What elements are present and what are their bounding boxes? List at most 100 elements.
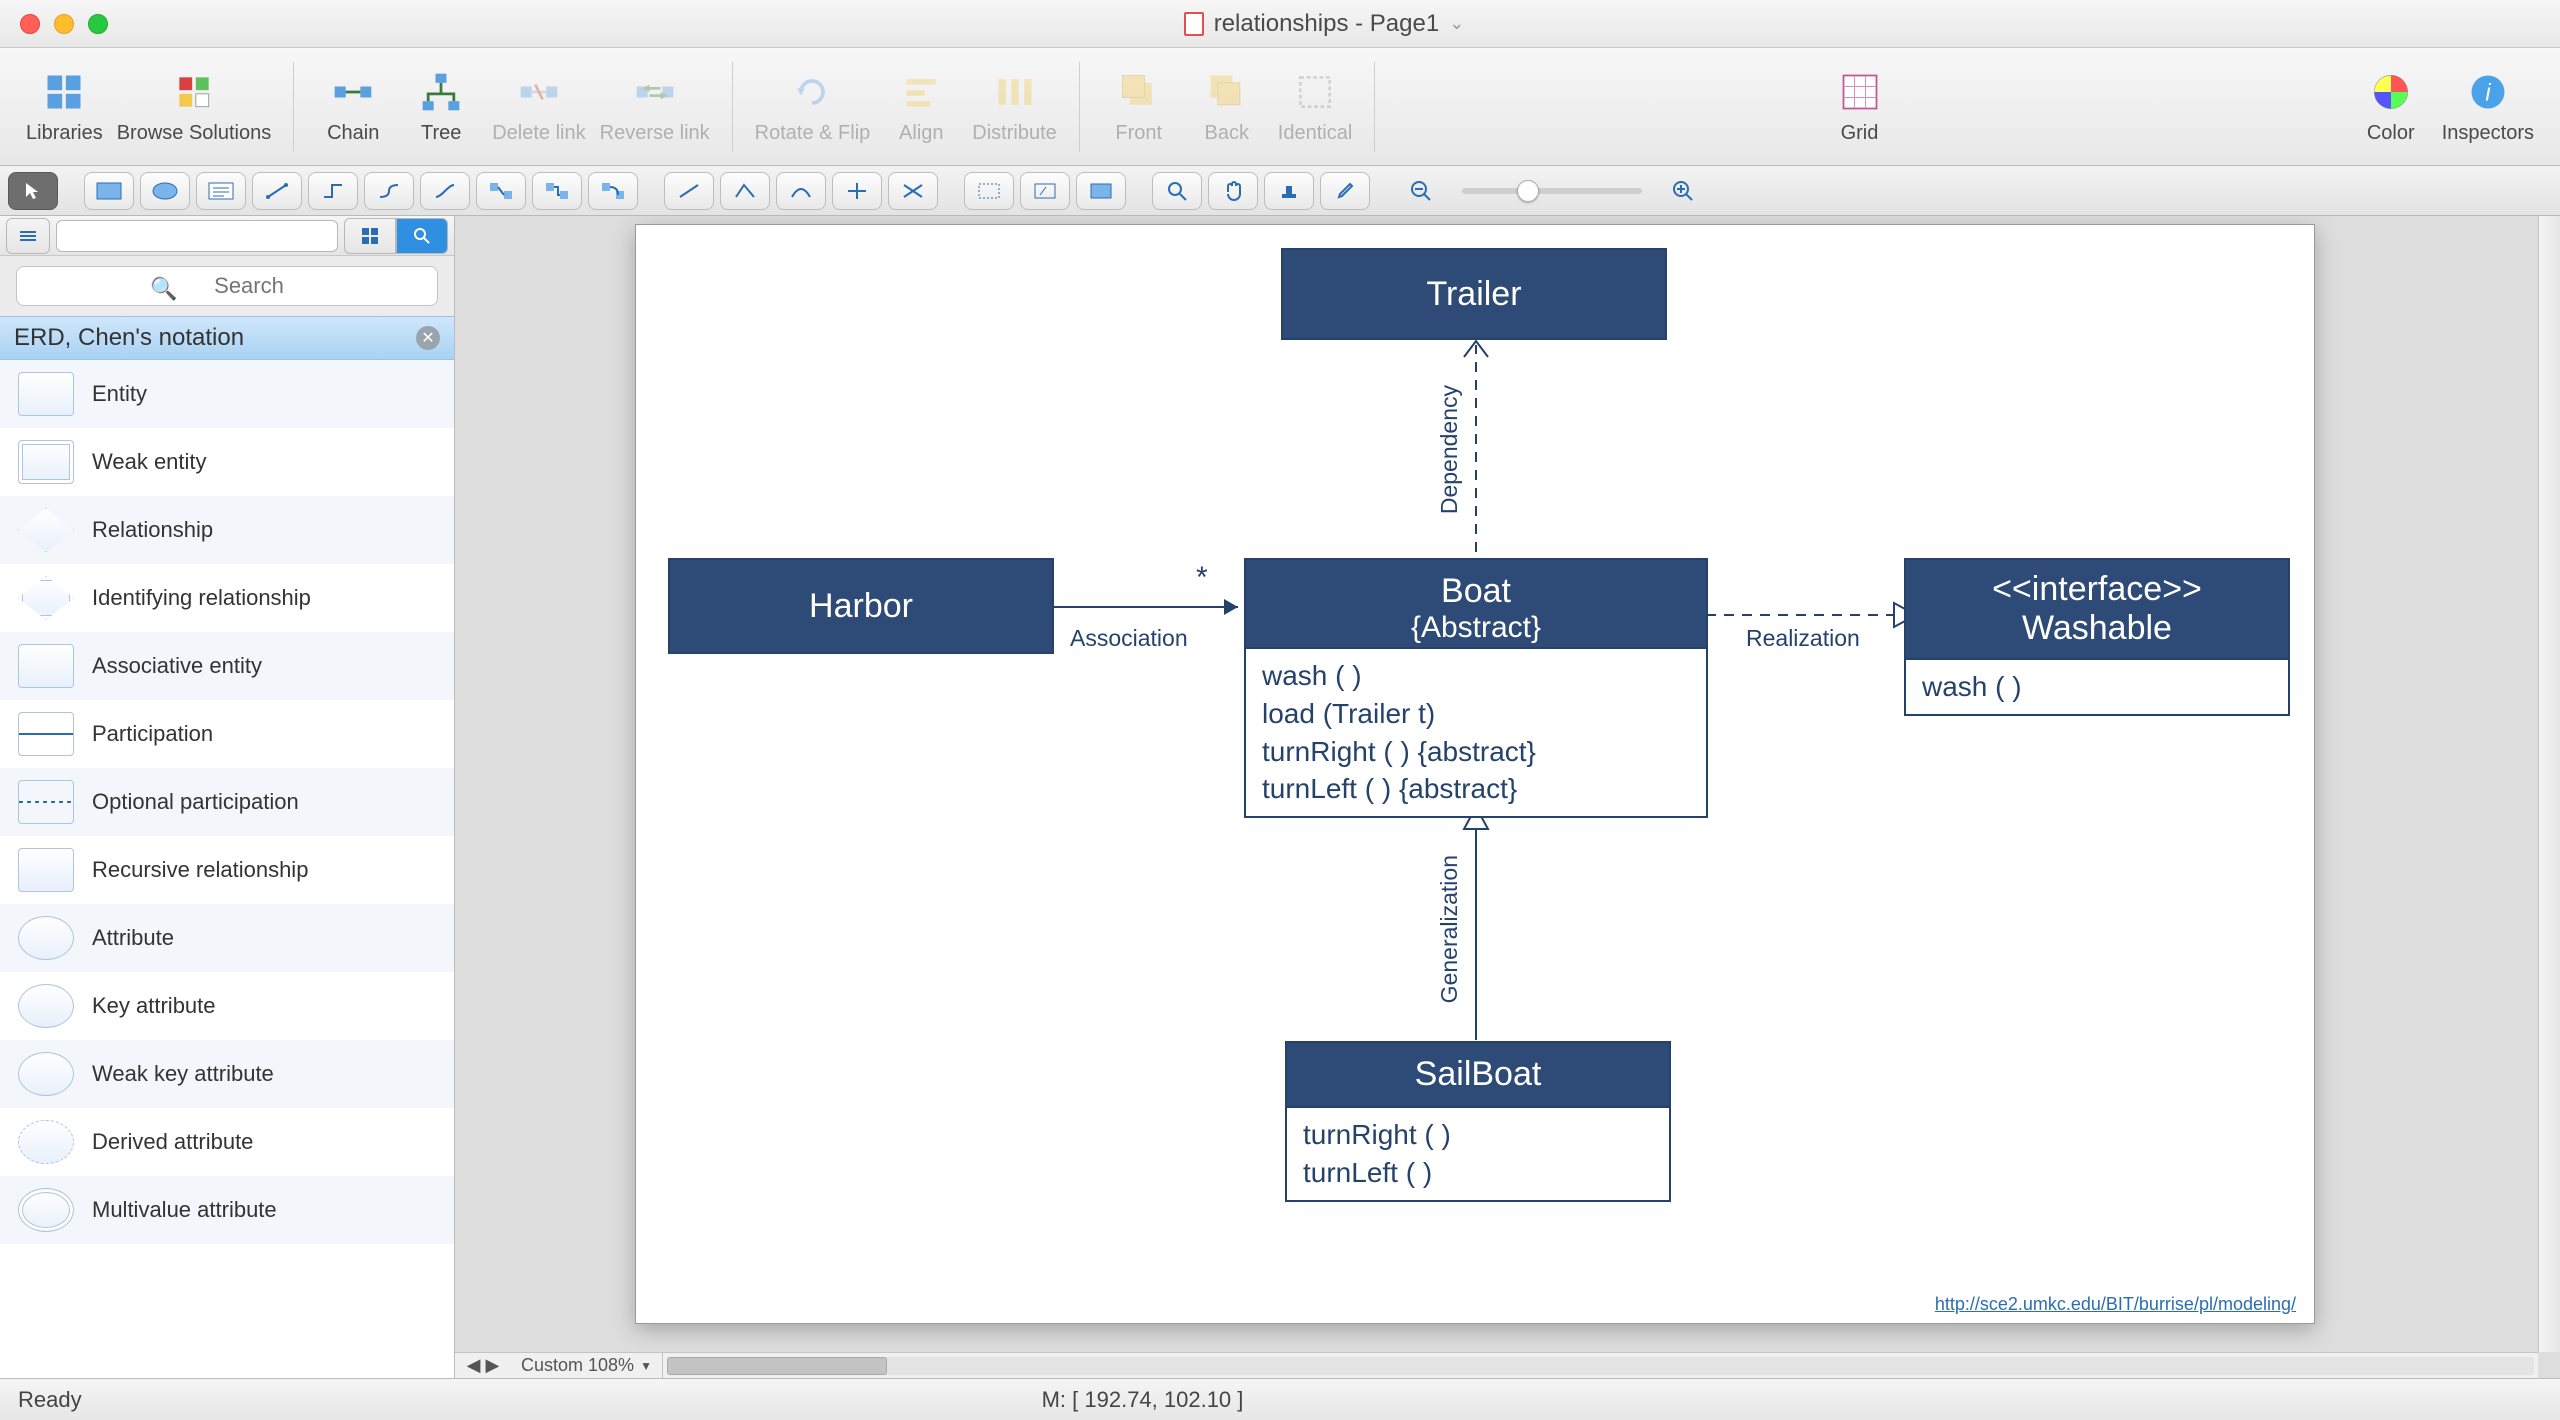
label-star: * (1196, 561, 1208, 595)
search-icon: 🔍 (150, 276, 177, 302)
browse-solutions-button[interactable]: Browse Solutions (111, 64, 278, 149)
library-title: ERD, Chen's notation (14, 324, 244, 352)
close-window-button[interactable] (20, 14, 40, 34)
library-item-identifying-relationship[interactable]: Identifying relationship (0, 564, 454, 632)
minimize-window-button[interactable] (54, 14, 74, 34)
pointer-tool[interactable] (8, 172, 58, 210)
rotate-flip-icon (788, 68, 836, 116)
inspectors-button[interactable]: i Inspectors (2436, 64, 2540, 149)
main-toolbar: Libraries Browse Solutions Chain Tree De… (0, 48, 2560, 166)
connector-5-tool[interactable] (476, 172, 526, 210)
status-bar: Ready M: [ 192.74, 102.10 ] (0, 1378, 2560, 1420)
connector-6-tool[interactable] (532, 172, 582, 210)
svg-text:i: i (2485, 79, 2491, 106)
library-item-key-attribute[interactable]: Key attribute (0, 972, 454, 1040)
source-url[interactable]: http://sce2.umkc.edu/BIT/burrise/pl/mode… (1935, 1294, 2296, 1315)
stamp-tool[interactable] (1264, 172, 1314, 210)
boat-methods: wash ( ) load (Trailer t) turnRight ( ) … (1246, 647, 1706, 816)
reverse-link-icon (631, 68, 679, 116)
line-3-tool[interactable] (776, 172, 826, 210)
window-titlebar: relationships - Page1 ⌄ (0, 0, 2560, 48)
zoom-window-button[interactable] (88, 14, 108, 34)
washable-methods: wash ( ) (1906, 658, 2288, 714)
align-icon (897, 68, 945, 116)
edit-3-tool[interactable] (1076, 172, 1126, 210)
sidebar-filter-input[interactable] (56, 220, 338, 252)
zoom-out-button[interactable] (1396, 172, 1446, 210)
rect-tool[interactable] (84, 172, 134, 210)
color-wheel-icon (2367, 68, 2415, 116)
connector-1-tool[interactable] (252, 172, 302, 210)
interface-washable[interactable]: <<interface>> Washable wash ( ) (1904, 558, 2290, 716)
library-item-optional-participation[interactable]: Optional participation (0, 768, 454, 836)
color-button[interactable]: Color (2348, 64, 2434, 149)
sailboat-methods: turnRight ( ) turnLeft ( ) (1287, 1106, 1669, 1200)
vertical-scrollbar[interactable] (2538, 216, 2560, 1352)
close-library-button[interactable]: ✕ (416, 326, 440, 350)
zoom-slider-knob[interactable] (1517, 180, 1539, 202)
libraries-button[interactable]: Libraries (20, 64, 109, 149)
back-icon (1203, 68, 1251, 116)
ellipse-tool[interactable] (140, 172, 190, 210)
line-4-tool[interactable] (832, 172, 882, 210)
mouse-position: M: [ 192.74, 102.10 ] (1042, 1387, 1244, 1413)
rotate-flip-button: Rotate & Flip (749, 64, 877, 149)
library-item-weak-entity[interactable]: Weak entity (0, 428, 454, 496)
line-5-tool[interactable] (888, 172, 938, 210)
connector-7-tool[interactable] (588, 172, 638, 210)
connector-2-tool[interactable] (308, 172, 358, 210)
text-tool[interactable] (196, 172, 246, 210)
library-item-associative-entity[interactable]: Associative entity (0, 632, 454, 700)
delete-link-button: Delete link (486, 64, 591, 149)
edit-2-tool[interactable] (1020, 172, 1070, 210)
library-item-attribute[interactable]: Attribute (0, 904, 454, 972)
library-item-weak-key-attribute[interactable]: Weak key attribute (0, 1040, 454, 1108)
class-boat[interactable]: Boat {Abstract} wash ( ) load (Trailer t… (1244, 558, 1708, 818)
document-icon (1184, 12, 1204, 36)
browse-solutions-icon (170, 68, 218, 116)
library-item-relationship[interactable]: Relationship (0, 496, 454, 564)
identical-icon (1291, 68, 1339, 116)
chain-button[interactable]: Chain (310, 64, 396, 149)
grid-icon (1836, 68, 1884, 116)
zoom-tool[interactable] (1152, 172, 1202, 210)
connector-4-tool[interactable] (420, 172, 470, 210)
label-realization: Realization (1746, 625, 1860, 652)
class-harbor[interactable]: Harbor (668, 558, 1054, 654)
library-item-entity[interactable]: Entity (0, 360, 454, 428)
title-dropdown-chevron-icon[interactable]: ⌄ (1449, 13, 1464, 34)
horizontal-scrollbar[interactable] (667, 1357, 2534, 1375)
zoom-readout[interactable]: Custom 108% ▼ (511, 1353, 663, 1378)
grid-button[interactable]: Grid (1817, 64, 1903, 149)
tree-button[interactable]: Tree (398, 64, 484, 149)
distribute-button: Distribute (966, 64, 1062, 149)
status-text: Ready (18, 1387, 82, 1413)
class-trailer[interactable]: Trailer (1281, 248, 1667, 340)
line-1-tool[interactable] (664, 172, 714, 210)
line-2-tool[interactable] (720, 172, 770, 210)
class-sailboat[interactable]: SailBoat turnRight ( ) turnLeft ( ) (1285, 1041, 1671, 1202)
sidebar-settings-button[interactable] (6, 218, 50, 254)
eyedropper-tool[interactable] (1320, 172, 1370, 210)
zoom-slider[interactable] (1462, 188, 1642, 194)
edit-1-tool[interactable] (964, 172, 1014, 210)
library-header[interactable]: ERD, Chen's notation ✕ (0, 316, 454, 360)
canvas-scroll[interactable]: Trailer Harbor Boat {Abstract} wash ( ) … (455, 216, 2538, 1352)
page-nav[interactable]: ◀ ▶ (455, 1355, 511, 1376)
library-item-participation[interactable]: Participation (0, 700, 454, 768)
hand-tool[interactable] (1208, 172, 1258, 210)
library-item-recursive-relationship[interactable]: Recursive relationship (0, 836, 454, 904)
identical-button: Identical (1272, 64, 1359, 149)
diagram-page[interactable]: Trailer Harbor Boat {Abstract} wash ( ) … (635, 224, 2315, 1324)
zoom-in-button[interactable] (1658, 172, 1708, 210)
label-dependency: Dependency (1436, 385, 1463, 514)
connector-3-tool[interactable] (364, 172, 414, 210)
library-search-input[interactable] (16, 266, 438, 306)
view-search-button[interactable] (396, 218, 448, 254)
shape-toolbar (0, 166, 2560, 216)
library-item-multivalue-attribute[interactable]: Multivalue attribute (0, 1176, 454, 1244)
back-button: Back (1184, 64, 1270, 149)
view-grid-button[interactable] (344, 218, 396, 254)
label-association: Association (1070, 625, 1188, 652)
library-item-derived-attribute[interactable]: Derived attribute (0, 1108, 454, 1176)
